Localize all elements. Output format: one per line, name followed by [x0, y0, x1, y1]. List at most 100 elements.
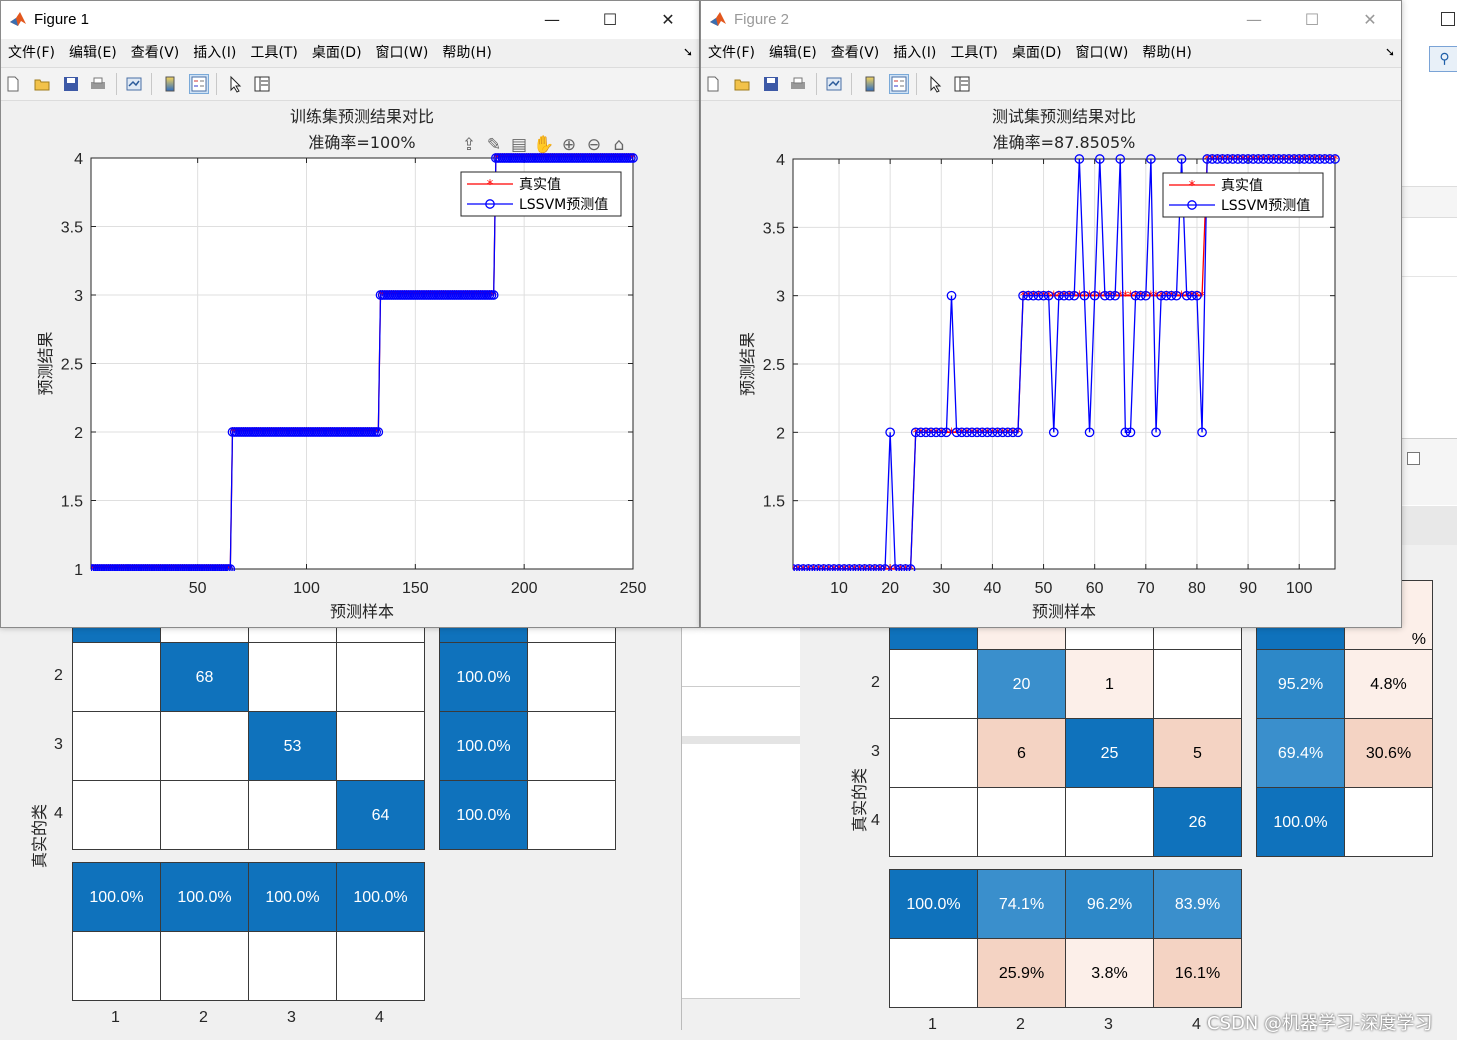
- maximize-button[interactable]: ☐: [1283, 1, 1341, 39]
- matrix-cell: 5: [1153, 718, 1242, 788]
- column-summary-cell: 100.0%: [889, 869, 978, 939]
- menu-item[interactable]: 桌面(D): [1005, 39, 1069, 67]
- legend-icon[interactable]: [189, 74, 209, 94]
- column-label: 1: [111, 1009, 120, 1026]
- x-axis-label: 预测样本: [330, 602, 394, 621]
- svg-text:⇪: ⇪: [462, 135, 476, 155]
- column-summary-cell: 96.2%: [1065, 869, 1154, 939]
- column-summary-cell: [336, 931, 425, 1001]
- menu-item[interactable]: 查看(V): [124, 39, 187, 67]
- link-plot-icon[interactable]: [125, 75, 143, 93]
- column-label: 4: [375, 1009, 384, 1026]
- window-title: Figure 2: [734, 11, 790, 28]
- open-icon[interactable]: [33, 75, 51, 93]
- export-icon[interactable]: ⇪: [459, 134, 479, 155]
- column-label: 1: [928, 1016, 937, 1033]
- minimize-button[interactable]: —: [1225, 1, 1283, 39]
- x-tick-label: 30: [932, 580, 950, 597]
- background-window-middle: [681, 600, 800, 1031]
- matrix-cell: 20: [977, 649, 1066, 719]
- print-icon[interactable]: [789, 75, 807, 93]
- menu-item[interactable]: 编辑(E): [762, 39, 824, 67]
- matrix-cell: 68: [160, 642, 249, 712]
- y-tick-label: 1: [74, 562, 83, 579]
- matrix-cell: [336, 711, 425, 781]
- minimize-button[interactable]: —: [523, 1, 581, 39]
- x-tick-label: 20: [881, 580, 899, 597]
- menu-item[interactable]: 窗口(W): [369, 39, 436, 67]
- pan-icon[interactable]: ✋: [533, 134, 554, 155]
- menu-item[interactable]: 工具(T): [243, 39, 304, 67]
- search-icon[interactable]: ⚲: [1429, 46, 1457, 72]
- maximize-button[interactable]: ☐: [581, 1, 639, 39]
- menu-item[interactable]: 文件(F): [1, 39, 62, 67]
- figure1-plot[interactable]: 训练集预测结果对比准确率=100% 50 100 150 200 250 1 1.5 2 2.5 3…: [1, 100, 699, 627]
- menu-item[interactable]: 编辑(E): [62, 39, 124, 67]
- menu-item[interactable]: 帮助(H): [1135, 39, 1198, 67]
- property-inspector-icon[interactable]: [253, 75, 271, 93]
- column-summary-cell: [160, 931, 249, 1001]
- menu-item[interactable]: 工具(T): [943, 39, 1004, 67]
- zoom-in-icon[interactable]: ⊕: [559, 134, 579, 155]
- x-tick-label: 60: [1086, 580, 1104, 597]
- figure1-window[interactable]: Figure 1 — ☐ ✕ 文件(F) 编辑(E) 查看(V) 插入(I) 工具(T)…: [0, 0, 700, 628]
- link-plot-icon[interactable]: [825, 75, 843, 93]
- menu-item[interactable]: 桌面(D): [305, 39, 369, 67]
- legend-marker: *: [487, 178, 494, 193]
- property-inspector-icon[interactable]: [953, 75, 971, 93]
- colorbar-icon[interactable]: [161, 75, 179, 93]
- x-tick-label: 50: [1035, 580, 1053, 597]
- matrix-cell: 64: [336, 780, 425, 850]
- row-label: 3: [54, 735, 63, 753]
- dock-arrow-icon[interactable]: ➘: [683, 45, 693, 59]
- matrix-cell: [889, 718, 978, 788]
- pointer-icon[interactable]: [226, 75, 244, 93]
- menu-item[interactable]: 查看(V): [824, 39, 887, 67]
- column-summary-cell: [248, 931, 337, 1001]
- column-summary-cell: 3.8%: [1065, 938, 1154, 1008]
- colorbar-icon[interactable]: [861, 75, 879, 93]
- figure2-plot[interactable]: 测试集预测结果对比准确率=87.8505% 10 20 30 40 50 60 70 80 90 1…: [701, 100, 1401, 627]
- data-tips-icon[interactable]: ▤: [509, 134, 529, 155]
- save-icon[interactable]: [62, 75, 80, 93]
- menu-item[interactable]: 插入(I): [186, 39, 243, 67]
- zoom-out-icon[interactable]: ⊖: [584, 134, 604, 155]
- close-button[interactable]: ✕: [639, 1, 697, 39]
- new-figure-icon[interactable]: [704, 75, 722, 93]
- y-tick-label: 2: [776, 425, 785, 442]
- menu-item[interactable]: 窗口(W): [1069, 39, 1136, 67]
- figure1-titlebar[interactable]: Figure 1 — ☐ ✕: [1, 1, 699, 39]
- figure2-window[interactable]: Figure 2 — ☐ ✕ 文件(F) 编辑(E) 查看(V) 插入(I) 工具(T)…: [700, 0, 1402, 628]
- row-label: 3: [871, 742, 880, 760]
- matrix-cell: [1153, 649, 1242, 719]
- print-icon[interactable]: [89, 75, 107, 93]
- home-icon[interactable]: ⌂: [609, 134, 629, 155]
- svg-text:✋: ✋: [533, 134, 554, 155]
- matrix-cell: [72, 780, 161, 850]
- x-tick-label: 40: [984, 580, 1002, 597]
- x-tick-label: 100: [1286, 580, 1313, 597]
- toolbar-separator: [151, 73, 152, 95]
- menu-item[interactable]: 文件(F): [701, 39, 762, 67]
- column-summary-cell: 100.0%: [72, 862, 161, 932]
- matrix-cell: 6: [977, 718, 1066, 788]
- plot-title: 测试集预测结果对比: [992, 107, 1136, 126]
- dock-arrow-icon[interactable]: ➘: [1385, 45, 1395, 59]
- checkbox[interactable]: [1407, 452, 1420, 465]
- pointer-icon[interactable]: [926, 75, 944, 93]
- x-tick-label: 200: [511, 580, 538, 597]
- menu-item[interactable]: 帮助(H): [435, 39, 498, 67]
- open-icon[interactable]: [733, 75, 751, 93]
- close-button[interactable]: ✕: [1341, 1, 1399, 39]
- save-icon[interactable]: [762, 75, 780, 93]
- menu-item[interactable]: 插入(I): [886, 39, 943, 67]
- new-figure-icon[interactable]: [4, 75, 22, 93]
- matrix-cell: [72, 642, 161, 712]
- column-label: 4: [1192, 1016, 1201, 1033]
- x-tick-label: 150: [402, 580, 429, 597]
- legend-icon[interactable]: [889, 74, 909, 94]
- brush-icon[interactable]: ✎: [484, 134, 504, 155]
- toolbar-separator: [816, 73, 817, 95]
- matrix-cell: [248, 642, 337, 712]
- figure2-titlebar[interactable]: Figure 2 — ☐ ✕: [701, 1, 1401, 39]
